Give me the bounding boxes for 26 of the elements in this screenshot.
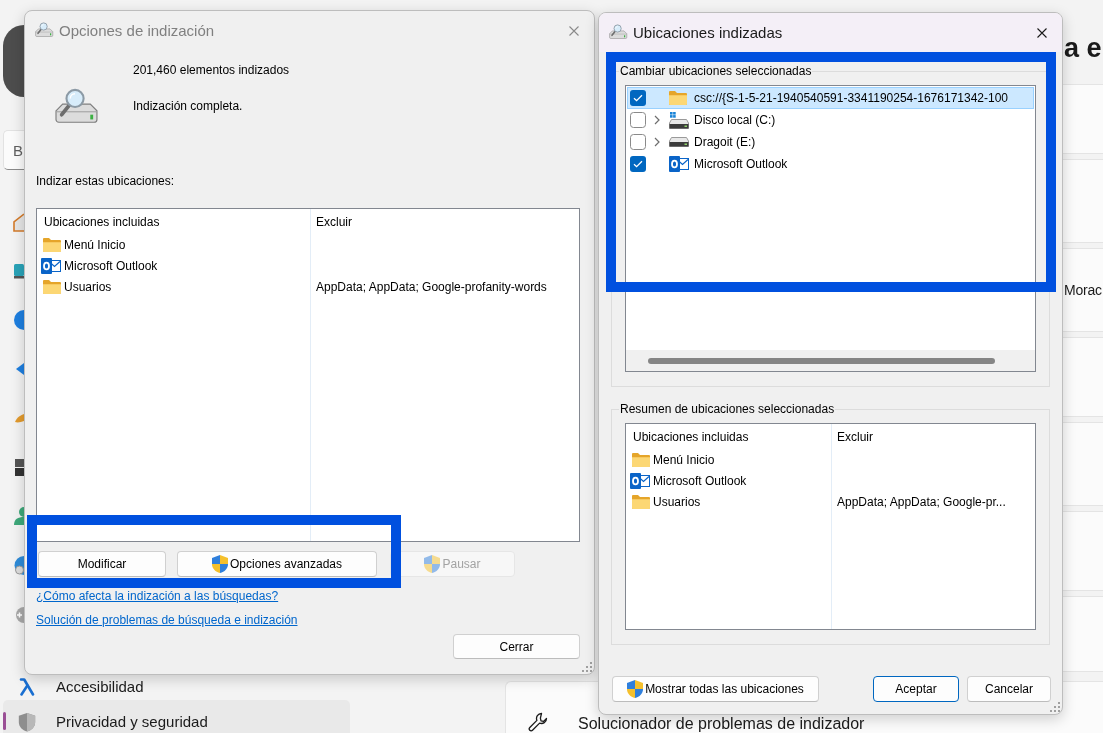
group-label: Resumen de ubicaciones seleccionadas bbox=[619, 402, 836, 416]
card-title: Solucionador de problemas de indizador bbox=[578, 716, 865, 732]
table-cell: Microsoft Outlook bbox=[653, 473, 747, 488]
tree-item-label: Microsoft Outlook bbox=[694, 157, 788, 171]
status-text: Indización completa. bbox=[133, 99, 244, 113]
table-cell: AppData; AppData; Google-profanity-words bbox=[316, 279, 547, 294]
column-header: Ubicaciones incluidas bbox=[44, 214, 160, 229]
window-title: Ubicaciones indizadas bbox=[633, 23, 783, 42]
column-header: Ubicaciones incluidas bbox=[633, 429, 749, 444]
table-cell: Usuarios bbox=[64, 279, 112, 294]
group-label: Cambiar ubicaciones seleccionadas bbox=[619, 64, 813, 78]
column-header: Excluir bbox=[837, 429, 873, 444]
table-cell: Usuarios bbox=[653, 494, 701, 509]
table-cell: AppData; AppData; Google-pr... bbox=[837, 494, 1006, 509]
table-cell: Menú Inicio bbox=[653, 452, 715, 467]
count-text: 201,460 elementos indizados bbox=[133, 63, 290, 77]
tree-item-label: Dragoit (E:) bbox=[694, 135, 756, 149]
section-label: Indizar estas ubicaciones: bbox=[36, 174, 175, 188]
table-cell: Microsoft Outlook bbox=[64, 258, 158, 273]
card-label: Morac bbox=[1064, 282, 1102, 298]
table-cell: Menú Inicio bbox=[64, 237, 126, 252]
page-heading: a e bbox=[1064, 32, 1102, 65]
window-title: Opciones de indización bbox=[59, 21, 215, 40]
tree-item-label: Disco local (C:) bbox=[694, 113, 776, 127]
tree-item-label: csc://{S-1-5-21-1940540591-3341190254-1676171342-100 bbox=[694, 91, 1009, 105]
column-header: Excluir bbox=[316, 214, 352, 229]
